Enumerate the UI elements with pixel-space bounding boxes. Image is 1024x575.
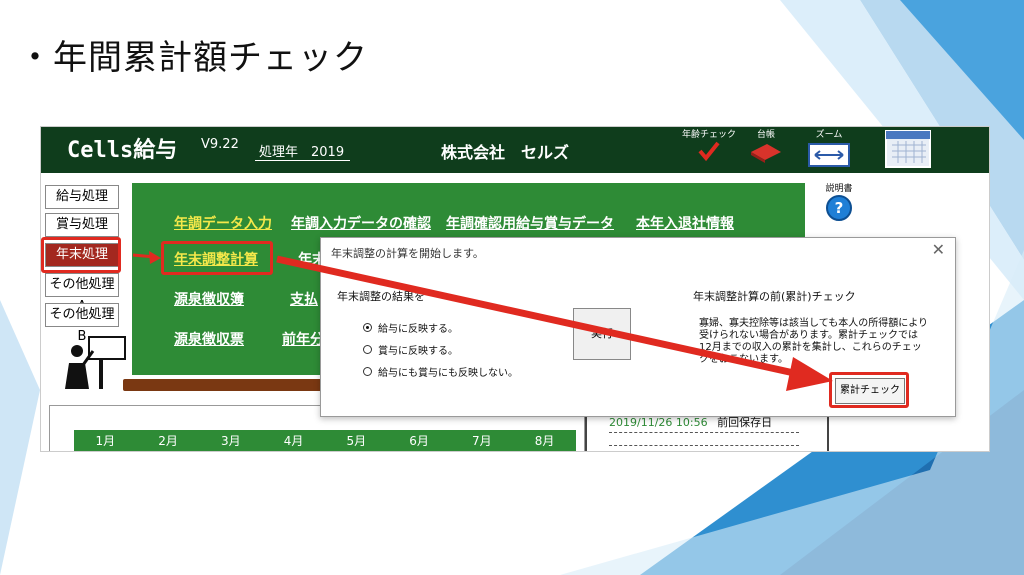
red-arrows — [132, 251, 833, 391]
app-screenshot: Cells給与 V9.22 処理年 2019 株式会社 セルズ 年齢チェック 台… — [40, 126, 990, 452]
slide-title: ・年間累計額チェック — [18, 38, 368, 78]
